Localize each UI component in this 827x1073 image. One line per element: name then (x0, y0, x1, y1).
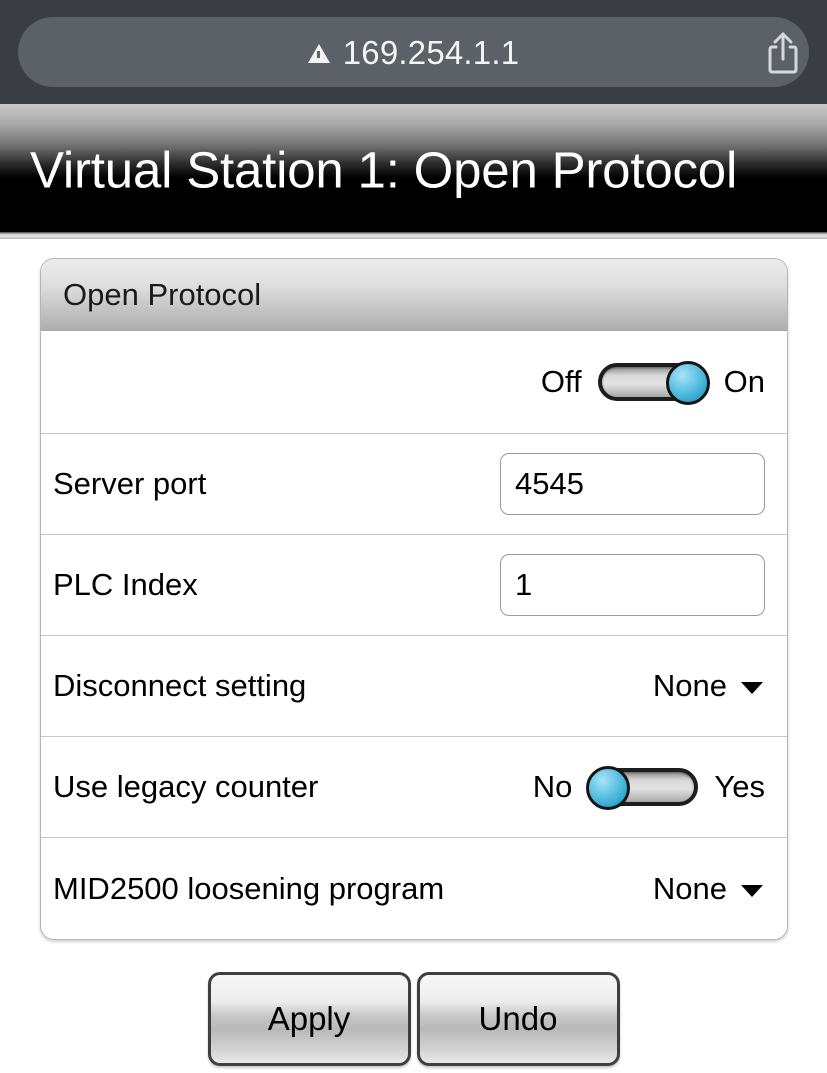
chevron-down-icon (741, 884, 763, 897)
row-mid2500-loosening-program: MID2500 loosening program None (41, 838, 787, 939)
switch-no-label: No (532, 769, 573, 804)
row-server-port: Server port (41, 434, 787, 535)
undo-button[interactable]: Undo (416, 972, 620, 1066)
row-label-server-port: Server port (53, 466, 207, 501)
switch-yes-label: Yes (714, 769, 765, 804)
panel-title: Open Protocol (63, 276, 262, 312)
disconnect-setting-select[interactable]: None (653, 668, 765, 704)
share-icon[interactable] (766, 30, 800, 74)
row-plc-index: PLC Index (41, 535, 787, 636)
row-label-mid2500-loosening-program: MID2500 loosening program (53, 870, 445, 906)
panel-header: Open Protocol (41, 259, 787, 331)
row-label-use-legacy-counter: Use legacy counter (53, 769, 319, 804)
enable-protocol-switch-group[interactable]: Off On (540, 361, 765, 405)
action-button-row: Apply Undo (0, 972, 827, 1066)
mid2500-loosening-program-value: None (652, 870, 727, 906)
row-label-plc-index: PLC Index (53, 567, 198, 602)
switch-off-label: Off (540, 364, 582, 399)
browser-toolbar: 169.254.1.1 (0, 0, 827, 104)
legacy-counter-switch-group[interactable]: No Yes (532, 766, 765, 810)
apply-button[interactable]: Apply (207, 972, 411, 1066)
mid2500-loosening-program-select[interactable]: None (653, 871, 765, 907)
url-bar[interactable]: 169.254.1.1 (18, 17, 809, 87)
page-title: Virtual Station 1: Open Protocol (30, 141, 738, 199)
open-protocol-panel: Open Protocol Off On Server port PLC Ind… (40, 258, 788, 940)
row-use-legacy-counter: Use legacy counter No Yes (41, 737, 787, 838)
row-label-disconnect-setting: Disconnect setting (53, 668, 307, 703)
switch-on-label: On (723, 364, 765, 399)
url-text: 169.254.1.1 (342, 33, 520, 71)
switch-knob[interactable] (665, 361, 710, 405)
row-disconnect-setting: Disconnect setting None (41, 636, 787, 737)
chevron-down-icon (741, 682, 763, 694)
header-divider (0, 232, 827, 239)
legacy-counter-toggle[interactable] (586, 766, 699, 810)
enable-protocol-toggle[interactable] (597, 361, 710, 405)
server-port-input[interactable] (500, 453, 765, 515)
plc-index-input[interactable] (500, 554, 765, 616)
row-enable-protocol: Off On (41, 331, 787, 434)
url-bar-content: 169.254.1.1 (307, 33, 520, 71)
page-header: Virtual Station 1: Open Protocol (0, 104, 827, 232)
disconnect-setting-value: None (652, 668, 727, 703)
warning-triangle-icon (307, 43, 330, 63)
